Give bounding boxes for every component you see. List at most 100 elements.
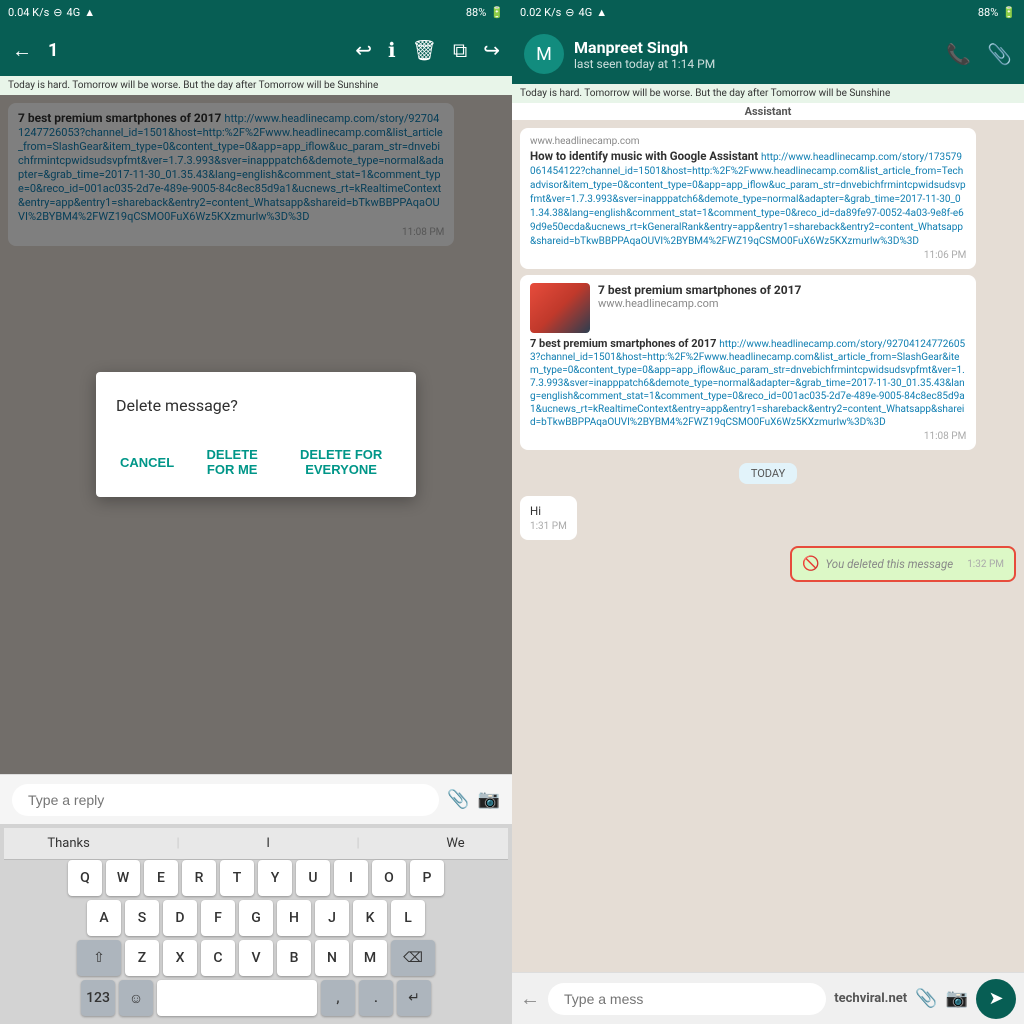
key-r[interactable]: R: [182, 860, 216, 896]
key-enter[interactable]: ↵: [397, 980, 431, 1016]
key-g[interactable]: G: [239, 900, 273, 936]
left-speed: 0.04 K/s: [8, 6, 49, 19]
key-delete[interactable]: ⌫: [391, 940, 435, 976]
key-space[interactable]: [157, 980, 317, 1016]
delete-icon[interactable]: 🗑: [412, 38, 437, 62]
key-a[interactable]: A: [87, 900, 121, 936]
key-w[interactable]: W: [106, 860, 140, 896]
right-status-left: 0.02 K/s ⊖ 4G ▲: [520, 6, 607, 19]
reply-camera-icon[interactable]: 📷: [478, 789, 500, 810]
key-num[interactable]: 123: [81, 980, 115, 1016]
thumbnail-image: [530, 283, 590, 333]
delete-dialog-overlay: Delete message? CANCEL DELETE FOR ME DEL…: [0, 95, 512, 774]
suggestion-1[interactable]: Thanks: [47, 836, 89, 851]
right-marquee: Today is hard. Tomorrow will be worse. B…: [512, 84, 1024, 103]
key-j[interactable]: J: [315, 900, 349, 936]
bubble-2-body: 7 best premium smartphones of 2017 http:…: [530, 337, 966, 428]
assistant-bar: Assistant: [512, 103, 1024, 120]
attachment-icon[interactable]: 📎: [915, 988, 937, 1009]
camera-icon[interactable]: 📷: [946, 988, 968, 1009]
phone-icon[interactable]: 📞: [946, 42, 971, 66]
info-icon[interactable]: ℹ: [388, 38, 396, 62]
key-emoji[interactable]: ☺: [119, 980, 153, 1016]
key-s[interactable]: S: [125, 900, 159, 936]
left-battery: 88%: [466, 6, 486, 19]
left-signal: 4G: [67, 6, 81, 19]
left-chat-area: 7 best premium smartphones of 2017 http:…: [0, 95, 512, 774]
key-c[interactable]: C: [201, 940, 235, 976]
deleted-time: 1:32 PM: [967, 559, 1004, 570]
keyboard-row-2: A S D F G H J K L: [4, 900, 508, 936]
message-input[interactable]: [548, 983, 826, 1015]
input-bar: ← techviral.net 📎 📷 ➤: [512, 972, 1024, 1024]
message-count: 1: [48, 40, 339, 61]
deleted-text: You deleted this message: [825, 557, 953, 571]
delete-for-me-button[interactable]: DELETE FOR ME: [194, 439, 270, 485]
key-e[interactable]: E: [144, 860, 178, 896]
delete-dialog: Delete message? CANCEL DELETE FOR ME DEL…: [96, 372, 416, 497]
delete-for-everyone-button[interactable]: DELETE FOR EVERYONE: [286, 439, 396, 485]
key-t[interactable]: T: [220, 860, 254, 896]
key-p[interactable]: P: [410, 860, 444, 896]
reply-attachment-icon[interactable]: 📎: [447, 789, 469, 810]
reply-input[interactable]: [12, 784, 439, 816]
dialog-title: Delete message?: [116, 396, 396, 415]
left-panel: 0.04 K/s ⊖ 4G ▲ 88% 🔋 ← 1 ↩ ℹ 🗑 ⧉ ↪ Toda…: [0, 0, 512, 1024]
back-icon[interactable]: ←: [12, 38, 32, 63]
key-f[interactable]: F: [201, 900, 235, 936]
today-badge: TODAY: [739, 463, 797, 484]
key-q[interactable]: Q: [68, 860, 102, 896]
key-shift[interactable]: ⇧: [77, 940, 121, 976]
key-v[interactable]: V: [239, 940, 273, 976]
copy-icon[interactable]: ⧉: [453, 38, 467, 62]
keyboard-row-4: 123 ☺ , . ↵: [4, 980, 508, 1016]
right-minus-icon: ⊖: [565, 6, 574, 19]
bubble-2-time: 11:08 PM: [530, 431, 966, 442]
suggestion-2[interactable]: I: [266, 836, 270, 851]
left-toolbar: ← 1 ↩ ℹ 🗑 ⧉ ↪: [0, 24, 512, 76]
right-battery-icon: 🔋: [1002, 6, 1016, 19]
key-o[interactable]: O: [372, 860, 406, 896]
left-status-bar: 0.04 K/s ⊖ 4G ▲ 88% 🔋: [0, 0, 512, 24]
forward-icon[interactable]: ↪: [483, 38, 500, 62]
keyboard-row-3: ⇧ Z X C V B N M ⌫: [4, 940, 508, 976]
bubble-1-time: 11:06 PM: [530, 250, 966, 261]
right-signal: 4G: [579, 6, 593, 19]
contact-name: Manpreet Singh: [574, 38, 936, 57]
key-z[interactable]: Z: [125, 940, 159, 976]
key-y[interactable]: Y: [258, 860, 292, 896]
dialog-buttons: CANCEL DELETE FOR ME DELETE FOR EVERYONE: [116, 439, 396, 485]
key-comma[interactable]: ,: [321, 980, 355, 1016]
cancel-button[interactable]: CANCEL: [116, 439, 178, 485]
right-status-right: 88% 🔋: [978, 6, 1016, 19]
right-speed: 0.02 K/s: [520, 6, 561, 19]
watermark-text: techviral.net: [834, 991, 907, 1006]
right-signal-bars: ▲: [596, 6, 607, 19]
bubble-1-link: http://www.headlinecamp.com/story/173579…: [530, 152, 966, 247]
key-i[interactable]: I: [334, 860, 368, 896]
right-toolbar: M Manpreet Singh last seen today at 1:14…: [512, 24, 1024, 84]
left-battery-icon: 🔋: [490, 6, 504, 19]
key-n[interactable]: N: [315, 940, 349, 976]
keyboard-suggestions: Thanks | I | We: [4, 828, 508, 860]
key-u[interactable]: U: [296, 860, 330, 896]
reply-icon[interactable]: ↩: [355, 38, 372, 62]
back-arrow-icon[interactable]: ←: [520, 986, 540, 1011]
left-minus-icon: ⊖: [53, 6, 62, 19]
key-m[interactable]: M: [353, 940, 387, 976]
right-toolbar-icons: 📞 📎: [946, 42, 1012, 66]
paperclip-icon[interactable]: 📎: [987, 42, 1012, 66]
key-k[interactable]: K: [353, 900, 387, 936]
right-status-bar: 0.02 K/s ⊖ 4G ▲ 88% 🔋: [512, 0, 1024, 24]
send-button[interactable]: ➤: [976, 979, 1016, 1019]
key-h[interactable]: H: [277, 900, 311, 936]
key-b[interactable]: B: [277, 940, 311, 976]
key-period[interactable]: .: [359, 980, 393, 1016]
key-l[interactable]: L: [391, 900, 425, 936]
left-signal-bars: ▲: [84, 6, 95, 19]
key-d[interactable]: D: [163, 900, 197, 936]
received-bubble-hi: Hi 1:31 PM: [520, 496, 577, 540]
key-x[interactable]: X: [163, 940, 197, 976]
deleted-icon: 🚫: [802, 556, 819, 572]
suggestion-3[interactable]: We: [446, 836, 464, 851]
